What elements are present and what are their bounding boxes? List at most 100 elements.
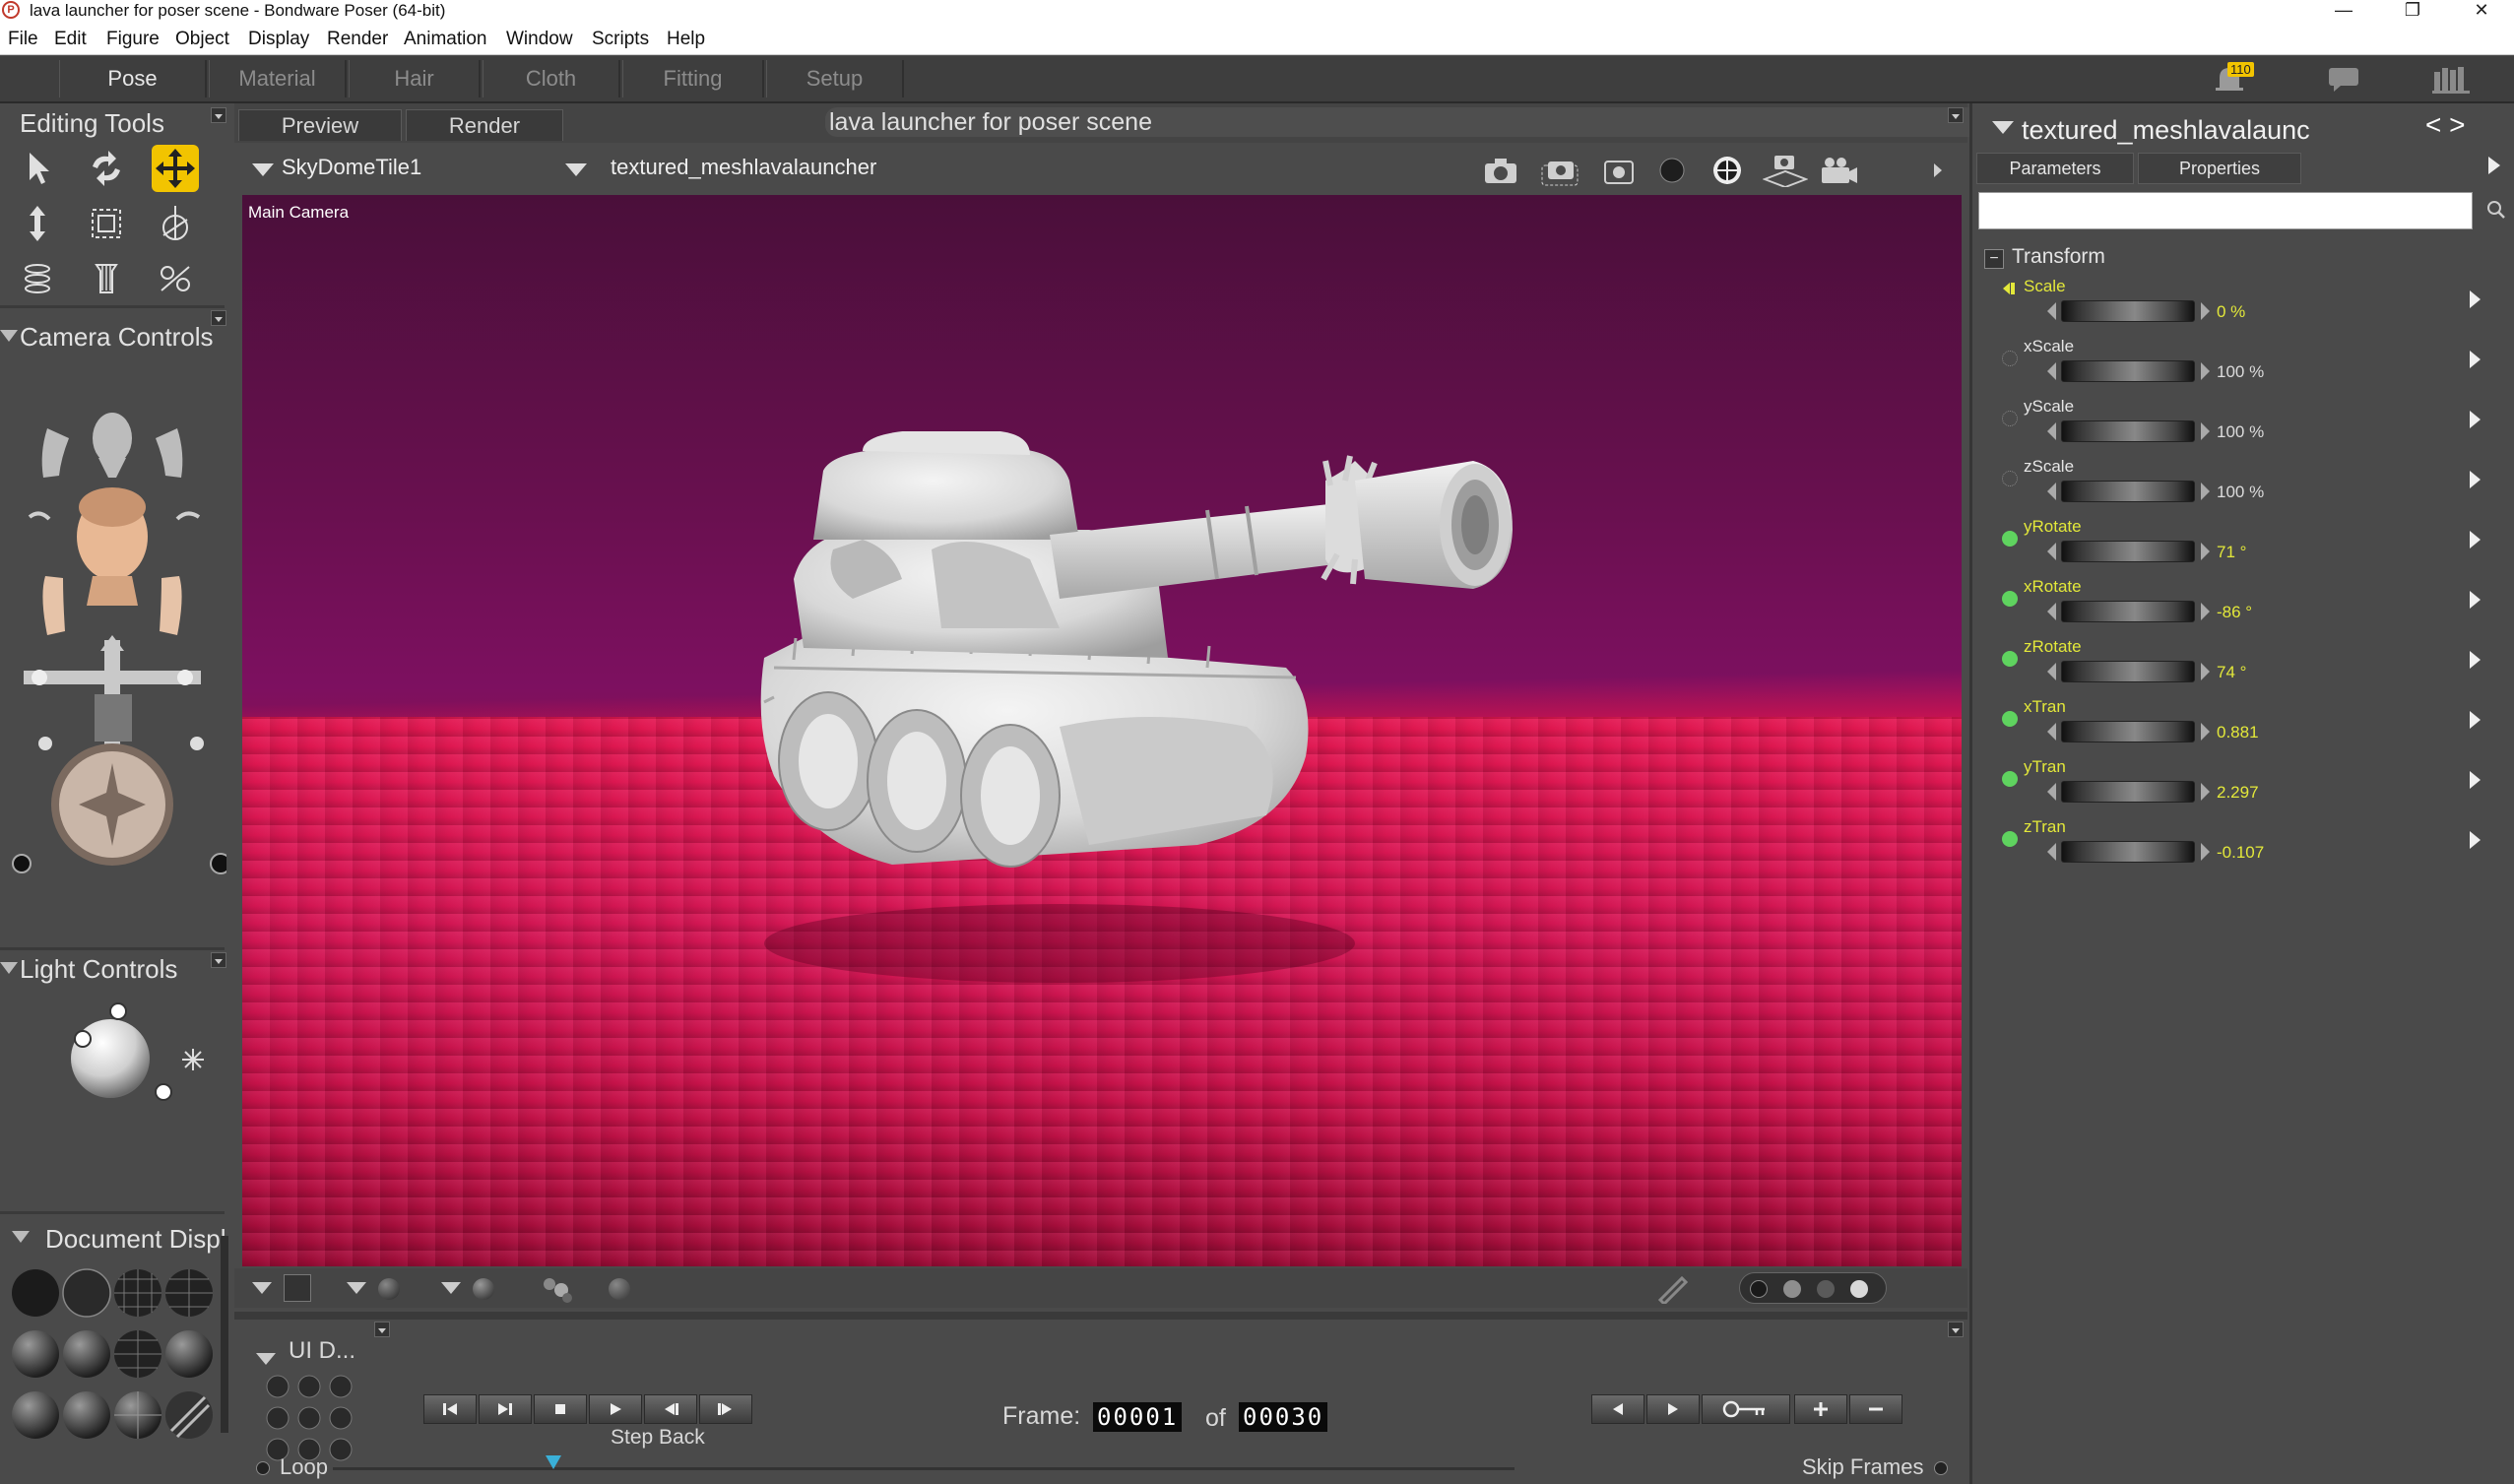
room-tab-cloth[interactable]: Cloth bbox=[483, 60, 620, 97]
current-frame-field[interactable]: 00001 bbox=[1093, 1402, 1183, 1432]
menu-object[interactable]: Object bbox=[175, 29, 229, 50]
actor-dropdown[interactable]: textured_meshlavalauncher bbox=[611, 155, 876, 180]
timeline-scrubber-track[interactable] bbox=[333, 1467, 1515, 1470]
bg-light-swatch[interactable] bbox=[1850, 1280, 1868, 1298]
go-to-end-button[interactable] bbox=[479, 1394, 532, 1424]
parameter-value[interactable]: 0 % bbox=[2217, 302, 2245, 322]
parameter-dial[interactable] bbox=[2061, 481, 2195, 502]
3d-viewport[interactable]: Main Camera bbox=[242, 195, 1962, 1266]
parameter-menu-icon[interactable] bbox=[2470, 471, 2481, 488]
scale-tool-icon[interactable] bbox=[83, 200, 130, 247]
dial-decrement-icon[interactable] bbox=[2047, 483, 2056, 500]
parameter-dial[interactable] bbox=[2061, 841, 2195, 863]
parameter-menu-icon[interactable] bbox=[2470, 771, 2481, 789]
tracking-mode-dropdown-icon[interactable] bbox=[441, 1282, 461, 1294]
dial-decrement-icon[interactable] bbox=[2047, 302, 2056, 320]
next-keyframe-button[interactable] bbox=[1646, 1394, 1700, 1424]
parameter-dial[interactable] bbox=[2061, 601, 2195, 622]
menu-help[interactable]: Help bbox=[667, 29, 705, 50]
dial-decrement-icon[interactable] bbox=[2047, 663, 2056, 680]
parameter-row[interactable]: yTran 2.297 bbox=[1972, 757, 2512, 814]
panel-more-icon[interactable] bbox=[2484, 153, 2504, 178]
parameter-menu-icon[interactable] bbox=[2470, 351, 2481, 368]
menu-render[interactable]: Render bbox=[327, 29, 388, 50]
step-forward-button[interactable] bbox=[699, 1394, 752, 1424]
parameter-row[interactable]: zScale 100 % bbox=[1972, 457, 2512, 514]
tracking-mode-sphere-icon[interactable] bbox=[473, 1278, 494, 1300]
dial-increment-icon[interactable] bbox=[2201, 663, 2210, 680]
tab-parameters[interactable]: Parameters bbox=[1976, 153, 2134, 184]
parameter-value[interactable]: -0.107 bbox=[2217, 843, 2264, 863]
parameter-dial[interactable] bbox=[2061, 721, 2195, 742]
parameter-row[interactable]: xTran 0.881 bbox=[1972, 697, 2512, 754]
dial-increment-icon[interactable] bbox=[2201, 302, 2210, 320]
keyframe-indicator-icon[interactable] bbox=[2002, 281, 2018, 296]
menu-display[interactable]: Display bbox=[248, 29, 309, 50]
parameter-dial[interactable] bbox=[2061, 300, 2195, 322]
play-button[interactable] bbox=[589, 1394, 642, 1424]
camera-controls-collapse-icon[interactable] bbox=[0, 330, 18, 342]
dial-increment-icon[interactable] bbox=[2201, 783, 2210, 801]
notifications-bell-icon[interactable]: 110 bbox=[2212, 62, 2254, 94]
parameter-animated-dot[interactable] bbox=[2002, 531, 2018, 547]
parameter-value[interactable]: 100 % bbox=[2217, 422, 2264, 442]
parameter-menu-icon[interactable] bbox=[2470, 711, 2481, 729]
previous-keyframe-button[interactable] bbox=[1591, 1394, 1644, 1424]
dial-increment-icon[interactable] bbox=[2201, 422, 2210, 440]
parameter-value[interactable]: 2.297 bbox=[2217, 783, 2259, 803]
menu-file[interactable]: File bbox=[8, 29, 38, 50]
transform-group-toggle[interactable]: − bbox=[1984, 249, 2004, 269]
camera-bar-more-icon[interactable] bbox=[1928, 154, 1948, 187]
actor-nav-icon[interactable]: < > bbox=[2425, 109, 2465, 141]
add-keyframe-button[interactable] bbox=[1794, 1394, 1847, 1424]
menu-figure[interactable]: Figure bbox=[106, 29, 160, 50]
document-display-collapse-icon[interactable] bbox=[12, 1231, 30, 1243]
parameter-animated-dot[interactable] bbox=[2002, 771, 2018, 787]
parameter-value[interactable]: 74 ° bbox=[2217, 663, 2246, 682]
light-controls-menu-icon[interactable] bbox=[211, 952, 226, 968]
menu-animation[interactable]: Animation bbox=[404, 29, 487, 50]
parameter-row[interactable]: yScale 100 % bbox=[1972, 397, 2512, 454]
parameter-row[interactable]: yRotate 71 ° bbox=[1972, 517, 2512, 574]
parameter-menu-icon[interactable] bbox=[2470, 651, 2481, 669]
close-button[interactable]: ✕ bbox=[2452, 0, 2511, 22]
display-style-dropdown-icon[interactable] bbox=[347, 1282, 366, 1294]
panel-divider[interactable] bbox=[0, 947, 225, 950]
parameter-menu-icon[interactable] bbox=[2470, 591, 2481, 609]
camera-select-icon[interactable] bbox=[1540, 154, 1579, 187]
lava-launcher-model[interactable] bbox=[735, 431, 1621, 1002]
parameter-value[interactable]: 0.881 bbox=[2217, 723, 2259, 742]
bg-dark-gray-swatch[interactable] bbox=[1817, 1280, 1835, 1298]
search-icon[interactable] bbox=[2484, 198, 2508, 222]
minimize-button[interactable]: — bbox=[2314, 0, 2373, 22]
parameter-dial[interactable] bbox=[2061, 360, 2195, 382]
viewport-layout-icon[interactable] bbox=[284, 1274, 311, 1302]
maximize-button[interactable]: ❐ bbox=[2383, 0, 2442, 22]
parameter-menu-icon[interactable] bbox=[2470, 411, 2481, 428]
parameter-animated-dot[interactable] bbox=[2002, 591, 2018, 607]
parameter-animated-dot[interactable] bbox=[2002, 411, 2018, 426]
parameter-dial[interactable] bbox=[2061, 661, 2195, 682]
figure-dropdown[interactable]: SkyDomeTile1 bbox=[282, 155, 421, 180]
panel-divider[interactable] bbox=[0, 305, 225, 308]
face-camera-icon[interactable] bbox=[1599, 154, 1639, 187]
parameter-value[interactable]: -86 ° bbox=[2217, 603, 2252, 622]
dial-increment-icon[interactable] bbox=[2201, 843, 2210, 861]
rotate-tool-icon[interactable] bbox=[83, 145, 130, 192]
room-tab-hair[interactable]: Hair bbox=[349, 60, 481, 97]
document-display-styles[interactable] bbox=[8, 1265, 221, 1482]
room-tab-setup[interactable]: Setup bbox=[766, 60, 904, 97]
display-style-sphere-icon[interactable] bbox=[378, 1278, 400, 1300]
parameter-row[interactable]: zRotate 74 ° bbox=[1972, 637, 2512, 694]
parameter-row[interactable]: xScale 100 % bbox=[1972, 337, 2512, 394]
pencil-icon[interactable] bbox=[1652, 1272, 1692, 1304]
bg-gray-swatch[interactable] bbox=[1783, 1280, 1801, 1298]
timeline-splitter[interactable] bbox=[234, 1312, 1967, 1320]
chain-break-icon[interactable] bbox=[83, 255, 130, 302]
parameter-dial[interactable] bbox=[2061, 781, 2195, 803]
dial-decrement-icon[interactable] bbox=[2047, 362, 2056, 380]
dial-increment-icon[interactable] bbox=[2201, 362, 2210, 380]
parameter-menu-icon[interactable] bbox=[2470, 531, 2481, 548]
loop-toggle[interactable] bbox=[256, 1461, 270, 1475]
parameter-menu-icon[interactable] bbox=[2470, 831, 2481, 849]
